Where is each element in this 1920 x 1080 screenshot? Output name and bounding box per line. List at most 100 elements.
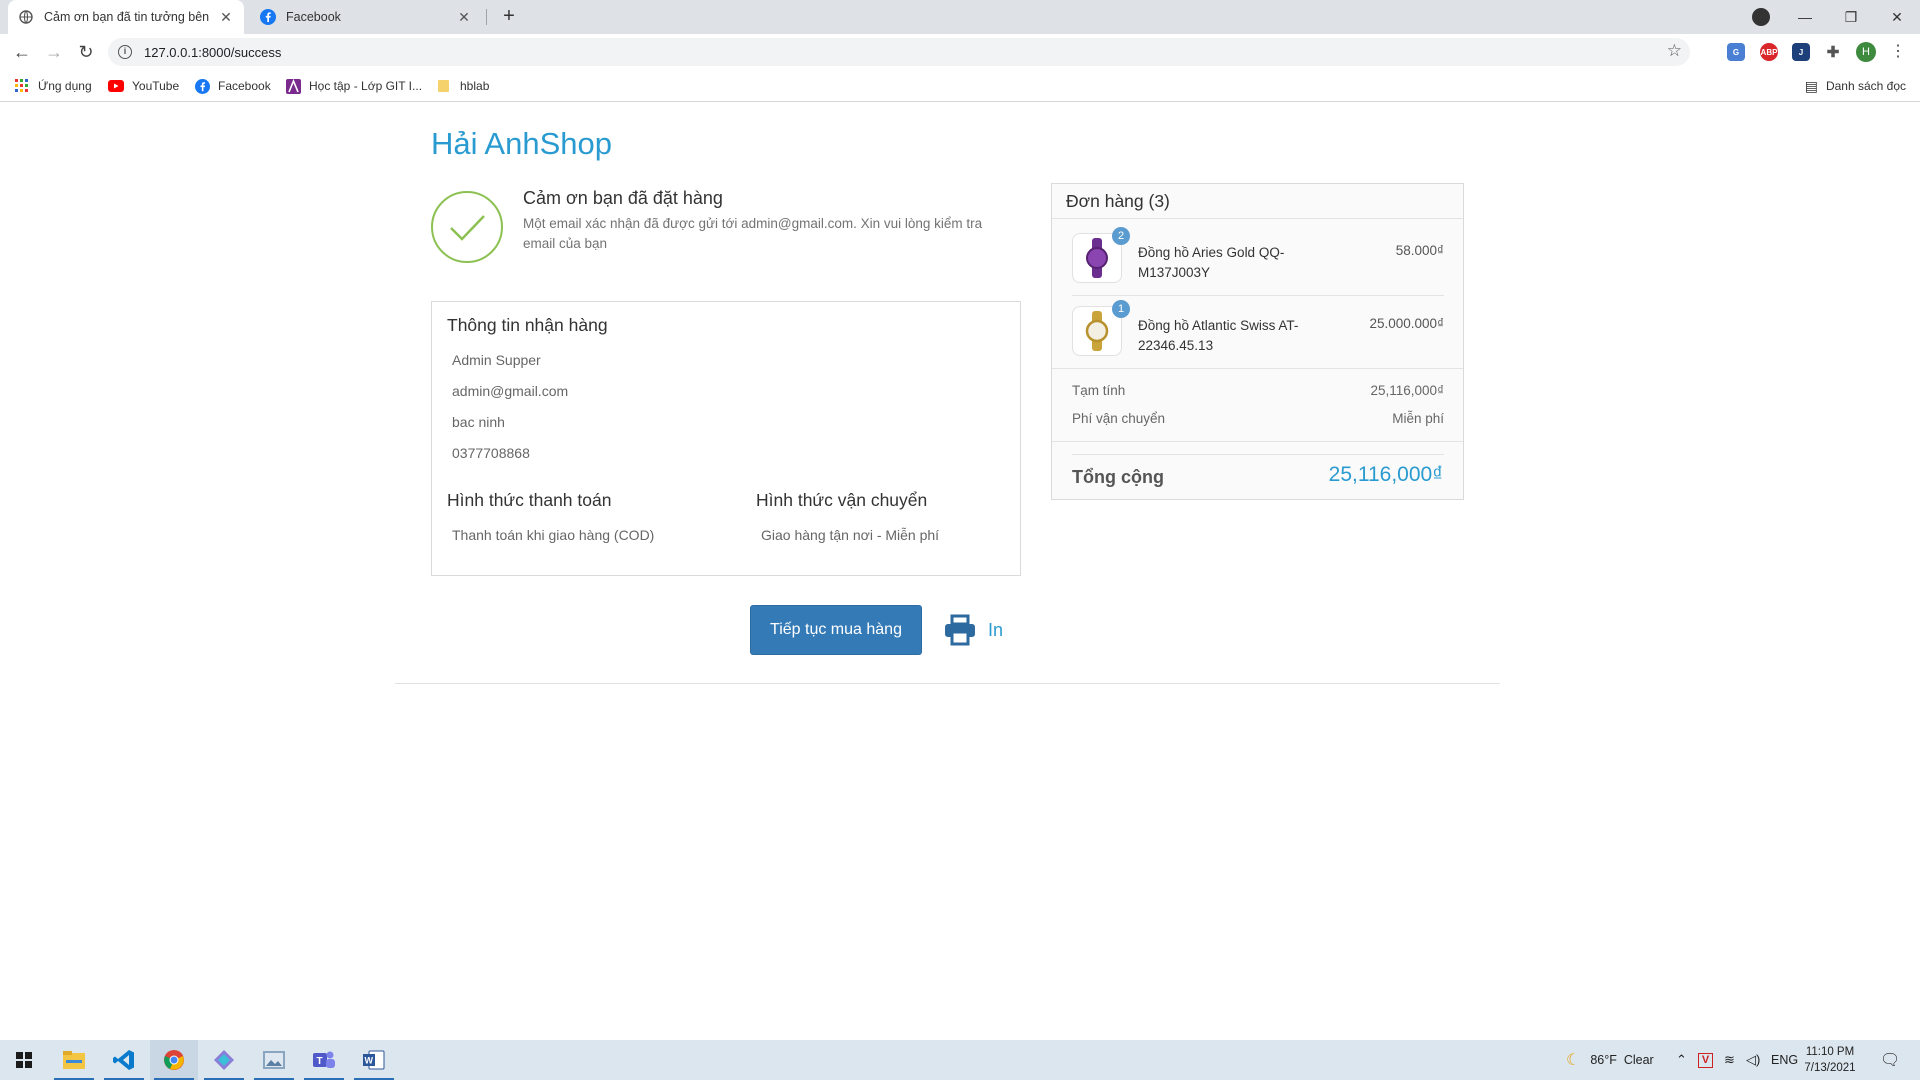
- profile-avatar[interactable]: H: [1856, 42, 1876, 62]
- puzzle-icon[interactable]: ✚: [1824, 43, 1842, 61]
- shipping-fee-value: Miễn phí: [1392, 411, 1444, 426]
- bookmark-label: YouTube: [132, 79, 180, 93]
- sourcetree-icon[interactable]: [200, 1040, 248, 1080]
- order-items-list: 2 Đồng hồ Aries Gold QQ-M137J003Y 58.000…: [1052, 219, 1463, 369]
- product-name: Đồng hồ Aries Gold QQ-M137J003Y: [1138, 245, 1285, 280]
- thank-you-heading: Cảm ơn bạn đã đặt hàng: [523, 188, 723, 208]
- svg-text:T: T: [317, 1056, 323, 1067]
- confirmation-message: Một email xác nhận đã được gửi tới admin…: [523, 216, 983, 251]
- address-bar[interactable]: i 127.0.0.1:8000/success ☆: [108, 38, 1690, 66]
- page-content: Hải AnhShop Cảm ơn bạn đã đặt hàng Một e…: [0, 103, 1920, 1040]
- delivery-method-value: Giao hàng tận nơi - Miễn phí: [761, 527, 940, 543]
- show-hidden-icons[interactable]: ⌃: [1676, 1040, 1687, 1080]
- delivery-method-title: Hình thức vận chuyển: [756, 490, 928, 510]
- restore-icon[interactable]: ❐: [1828, 0, 1874, 34]
- url-text[interactable]: 127.0.0.1:8000/success: [144, 45, 281, 60]
- bookmark-star-icon[interactable]: ☆: [1667, 41, 1682, 61]
- customer-email: admin@gmail.com: [452, 383, 569, 399]
- bookmark-hoc-tap[interactable]: Học tập - Lớp GIT I...: [285, 70, 422, 102]
- menu-kebab-icon[interactable]: ⋮: [1890, 41, 1906, 61]
- close-tab-icon[interactable]: ✕: [218, 9, 234, 25]
- language-indicator[interactable]: ENG: [1771, 1040, 1798, 1080]
- word-icon[interactable]: W: [350, 1040, 398, 1080]
- success-check-icon: [431, 191, 503, 263]
- window-controls: — ❐ ✕: [1782, 0, 1920, 34]
- back-icon[interactable]: ←: [10, 40, 34, 64]
- total-label: Tổng cộng: [1072, 467, 1164, 487]
- j-icon[interactable]: J: [1792, 43, 1810, 61]
- tab-success-page[interactable]: Cảm ơn bạn đã tin tưởng bên mình ✕: [8, 0, 244, 34]
- order-item: 1 Đồng hồ Atlantic Swiss AT-22346.45.13 …: [1072, 300, 1445, 379]
- file-explorer-icon[interactable]: [50, 1040, 98, 1080]
- subtotal-value: 25,116,000₫: [1370, 383, 1445, 398]
- image-viewer-icon[interactable]: [250, 1040, 298, 1080]
- volume-icon[interactable]: ◁): [1746, 1040, 1760, 1080]
- shipping-info-panel: Thông tin nhận hàng Admin Supper admin@g…: [431, 301, 1021, 576]
- v-app-icon[interactable]: V: [1698, 1040, 1713, 1080]
- order-summary-title: Đơn hàng (3): [1052, 184, 1463, 219]
- tab-facebook[interactable]: Facebook ✕: [250, 0, 482, 34]
- reading-list-icon: ▤: [1804, 77, 1818, 94]
- customer-name: Admin Supper: [452, 352, 541, 368]
- shipping-fee-label: Phí vận chuyển: [1072, 411, 1166, 426]
- quantity-badge: 2: [1112, 227, 1130, 245]
- total-value: 25,116,000₫: [1328, 463, 1443, 486]
- clock-time: 11:10 PM: [1805, 1046, 1855, 1058]
- abp-icon[interactable]: ABP: [1760, 43, 1778, 61]
- bookmarks-bar: Ứng dụng YouTube Facebook Học tập - Lớp …: [0, 70, 1920, 102]
- bookmark-youtube[interactable]: YouTube: [108, 70, 179, 102]
- weather-widget[interactable]: ☾ 86°F Clear: [1566, 1040, 1654, 1080]
- forward-icon[interactable]: →: [42, 40, 66, 64]
- continue-shopping-button[interactable]: Tiếp tục mua hàng: [750, 605, 922, 655]
- globe-icon: [18, 9, 34, 25]
- tab-title: Facebook: [286, 10, 341, 24]
- total-divider: [1072, 454, 1444, 455]
- bookmark-facebook[interactable]: Facebook: [194, 70, 271, 102]
- reading-list-button[interactable]: ▤ Danh sách đọc: [1805, 70, 1906, 102]
- payment-method-title: Hình thức thanh toán: [447, 490, 612, 510]
- item-divider: [1072, 295, 1444, 296]
- folder-icon: [436, 78, 452, 94]
- footer-divider: [395, 683, 1500, 684]
- translate-icon[interactable]: G: [1727, 43, 1745, 61]
- bookmark-label: Học tập - Lớp GIT I...: [309, 79, 423, 93]
- vscode-icon[interactable]: [100, 1040, 148, 1080]
- subtotal-label: Tạm tính: [1072, 383, 1126, 398]
- site-info-icon[interactable]: i: [118, 45, 132, 59]
- close-tab-icon[interactable]: ✕: [456, 9, 472, 25]
- subtotal-row: Tạm tính 25,116,000₫: [1072, 383, 1444, 398]
- system-clock[interactable]: 11:10 PM 7/13/2021: [1798, 1044, 1862, 1076]
- facebook-icon: [194, 78, 210, 94]
- browser-tab-bar: Cảm ơn bạn đã tin tưởng bên mình ✕ Faceb…: [0, 0, 1920, 34]
- weather-text: 86°F Clear: [1590, 1053, 1654, 1067]
- bookmark-label: Ứng dụng: [38, 79, 92, 93]
- shipping-info-title: Thông tin nhận hàng: [447, 315, 608, 335]
- payment-method-value: Thanh toán khi giao hàng (COD): [452, 527, 655, 543]
- bookmark-hblab[interactable]: hblab: [436, 70, 489, 102]
- new-tab-button[interactable]: +: [498, 6, 520, 28]
- windows-start-icon[interactable]: [0, 1040, 48, 1080]
- print-button[interactable]: In: [944, 611, 1003, 649]
- bookmark-label: Facebook: [218, 79, 271, 93]
- chrome-icon[interactable]: [150, 1040, 198, 1080]
- shop-logo-title[interactable]: Hải AnhShop: [431, 126, 612, 162]
- product-price: 25.000.000₫: [1369, 316, 1445, 331]
- bookmark-apps[interactable]: Ứng dụng: [14, 70, 92, 102]
- summary-divider: [1052, 441, 1463, 442]
- teams-icon[interactable]: T: [300, 1040, 348, 1080]
- tab-title: Cảm ơn bạn đã tin tưởng bên mình: [44, 10, 212, 24]
- reload-icon[interactable]: ↻: [74, 40, 98, 64]
- close-window-icon[interactable]: ✕: [1874, 0, 1920, 34]
- wifi-icon[interactable]: ≋: [1724, 1040, 1735, 1080]
- reading-list-label: Danh sách đọc: [1825, 79, 1906, 93]
- minimize-icon[interactable]: —: [1782, 0, 1828, 34]
- order-summary-panel: Đơn hàng (3) 2 Đồng hồ Aries Gold QQ-M13…: [1051, 183, 1464, 500]
- browser-toolbar: ← → ↻ i 127.0.0.1:8000/success ☆ G ABP J…: [0, 34, 1920, 70]
- clock-date: 7/13/2021: [1804, 1062, 1856, 1074]
- facebook-icon: [260, 9, 276, 25]
- shipping-fee-row: Phí vận chuyển Miễn phí: [1072, 411, 1444, 426]
- bookmark-label: hblab: [460, 79, 490, 93]
- youtube-icon: [108, 78, 124, 94]
- notifications-icon[interactable]: 🗨: [1880, 1040, 1900, 1080]
- tab-search-icon[interactable]: [1752, 8, 1770, 26]
